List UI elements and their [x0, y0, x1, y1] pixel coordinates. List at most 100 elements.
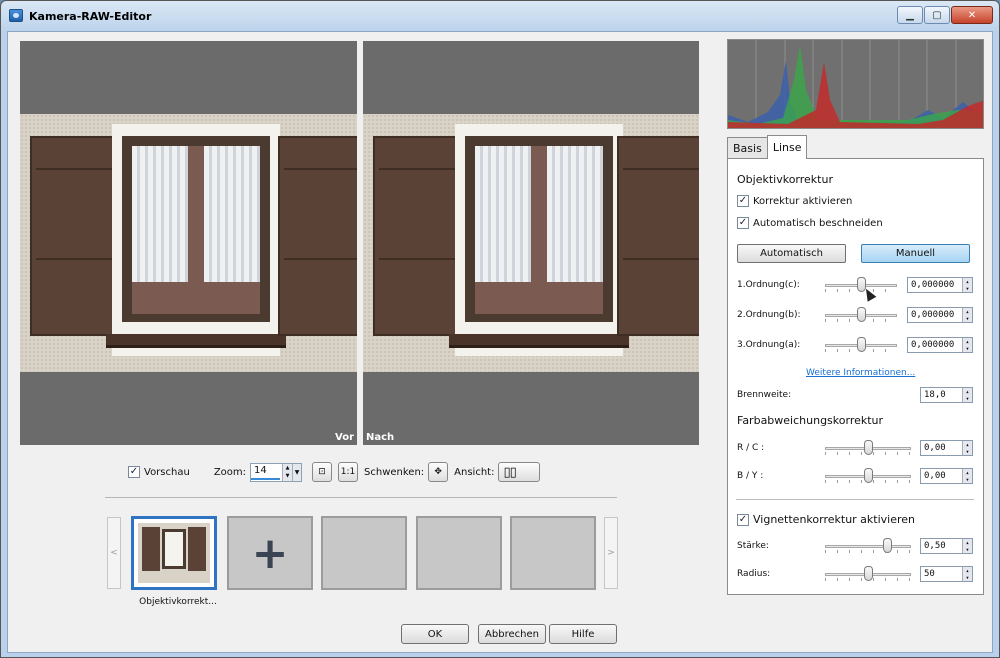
enable-correction-checkbox[interactable]: ✓ [737, 195, 749, 207]
preview-after-pane[interactable]: Nach [363, 41, 699, 445]
spin-down-icon[interactable]: ▼ [963, 395, 972, 402]
order3-input[interactable]: 0,000000 ▲ ▼ [907, 337, 973, 353]
spin-up-icon[interactable]: ▲ [963, 278, 972, 285]
autocrop-checkbox[interactable]: ✓ [737, 217, 749, 229]
by-value: 0,00 [924, 471, 946, 481]
raw-editor-window: Kamera-RAW-Editor ▁ ▢ ✕ Vor Nach ✓ Vorsc… [0, 0, 1000, 658]
thumb-caption: Objektivkorrekt... [139, 597, 217, 607]
zoom-input[interactable]: 14 ▲ ▼ ▼ [250, 462, 303, 482]
separator [105, 497, 617, 498]
order2-input[interactable]: 0,000000 ▲ ▼ [907, 307, 973, 323]
spin-down-icon[interactable]: ▼ [963, 345, 972, 352]
zoom-spinner[interactable]: ▲ ▼ [282, 463, 293, 481]
radius-input[interactable]: 50 ▲ ▼ [920, 566, 973, 582]
title-bar[interactable]: Kamera-RAW-Editor ▁ ▢ ✕ [1, 1, 999, 31]
order2-slider[interactable] [825, 307, 897, 323]
zoom-value: 14 [251, 465, 281, 480]
strength-input[interactable]: 0,50 ▲ ▼ [920, 538, 973, 554]
order3-value: 0,000000 [911, 340, 955, 350]
spin-up-icon[interactable]: ▲ [963, 441, 972, 448]
chroma-section-title: Farbabweichungskorrektur [737, 414, 884, 427]
spin-up-icon[interactable]: ▲ [963, 469, 972, 476]
filmstrip-empty-slot[interactable] [321, 516, 407, 590]
maximize-button[interactable]: ▢ [924, 6, 950, 24]
help-button[interactable]: Hilfe [549, 624, 617, 644]
focal-length-value: 18,0 [924, 390, 946, 400]
window-title: Kamera-RAW-Editor [29, 10, 152, 23]
focal-length-input[interactable]: 18,0 ▲ ▼ [920, 387, 973, 403]
spin-down-icon[interactable]: ▼ [963, 546, 972, 553]
preview-before-pane[interactable]: Vor [20, 41, 357, 445]
filmstrip-empty-slot[interactable] [416, 516, 502, 590]
settings-tabs: Basis Linse [727, 135, 808, 159]
by-slider[interactable] [825, 468, 911, 484]
slider-handle[interactable] [857, 337, 866, 352]
spin-down-icon[interactable]: ▼ [963, 315, 972, 322]
left-shutter [373, 136, 463, 336]
preview-toolbar: ✓ Vorschau Zoom: 14 ▲ ▼ ▼ ⊡ 1:1 Schwenken… [128, 460, 546, 484]
by-label: B / Y : [737, 471, 764, 481]
strength-value: 0,50 [924, 541, 946, 551]
spin-up-icon[interactable]: ▲ [963, 308, 972, 315]
cancel-button[interactable]: Abbrechen [478, 624, 546, 644]
view-mode-button[interactable]: ▯▯ [498, 462, 541, 482]
enable-correction-label: Korrektur aktivieren [753, 195, 853, 207]
order3-label: 3.Ordnung(a): [737, 340, 801, 350]
histogram [727, 39, 984, 129]
preview-checkbox[interactable]: ✓ [128, 466, 140, 478]
by-input[interactable]: 0,00 ▲ ▼ [920, 468, 973, 484]
ok-button[interactable]: OK [401, 624, 469, 644]
minimize-button[interactable]: ▁ [897, 6, 923, 24]
filmstrip-thumb-selected[interactable] [131, 516, 217, 590]
slider-handle[interactable] [857, 307, 866, 322]
filmstrip-add-slot[interactable]: + [227, 516, 313, 590]
zoom-label: Zoom: [213, 466, 247, 478]
close-button[interactable]: ✕ [951, 6, 993, 24]
rc-input[interactable]: 0,00 ▲ ▼ [920, 440, 973, 456]
lens-section-title: Objektivkorrektur [737, 173, 833, 186]
before-label: Vor [335, 432, 354, 443]
strength-slider[interactable] [825, 538, 911, 554]
radius-slider[interactable] [825, 566, 911, 582]
slider-handle[interactable] [864, 566, 873, 581]
radius-label: Radius: [737, 569, 771, 579]
spin-up-icon[interactable]: ▲ [282, 463, 293, 472]
filmstrip-prev-button[interactable]: < [107, 517, 121, 589]
vignette-label: Vignettenkorrektur aktivieren [753, 513, 916, 526]
tab-basis[interactable]: Basis [727, 137, 768, 159]
camera-raw-app-icon [9, 9, 23, 22]
tab-linse[interactable]: Linse [766, 135, 808, 159]
more-info-link[interactable]: Weitere Informationen... [806, 368, 915, 378]
slider-handle[interactable] [883, 538, 892, 553]
filmstrip-empty-slot[interactable] [510, 516, 596, 590]
actual-pixels-button[interactable]: 1:1 [338, 462, 359, 482]
histogram-graph [728, 40, 983, 128]
order3-slider[interactable] [825, 337, 897, 353]
automatic-button[interactable]: Automatisch [737, 244, 846, 263]
spin-down-icon[interactable]: ▼ [963, 476, 972, 483]
slider-handle[interactable] [864, 440, 873, 455]
order1-label: 1.Ordnung(c): [737, 280, 800, 290]
order1-value: 0,000000 [911, 280, 955, 290]
vignette-checkbox[interactable]: ✓ [737, 513, 749, 526]
spin-down-icon[interactable]: ▼ [963, 285, 972, 292]
order1-input[interactable]: 0,000000 ▲ ▼ [907, 277, 973, 293]
spin-up-icon[interactable]: ▲ [963, 567, 972, 574]
pan-tool-button[interactable]: ✥ [428, 462, 449, 482]
spin-down-icon[interactable]: ▼ [963, 574, 972, 581]
minimize-icon: ▁ [906, 9, 914, 21]
rc-slider[interactable] [825, 440, 911, 456]
spin-up-icon[interactable]: ▲ [963, 539, 972, 546]
order2-value: 0,000000 [911, 310, 955, 320]
filmstrip-next-button[interactable]: > [604, 517, 618, 589]
spin-down-icon[interactable]: ▼ [963, 448, 972, 455]
before-photo [20, 114, 357, 372]
maximize-icon: ▢ [932, 9, 942, 21]
zoom-dropdown-icon[interactable]: ▼ [292, 463, 302, 481]
manual-button[interactable]: Manuell [861, 244, 970, 263]
spin-up-icon[interactable]: ▲ [963, 338, 972, 345]
spin-down-icon[interactable]: ▼ [282, 472, 293, 481]
slider-handle[interactable] [864, 468, 873, 483]
spin-up-icon[interactable]: ▲ [963, 388, 972, 395]
fit-screen-button[interactable]: ⊡ [312, 462, 333, 482]
